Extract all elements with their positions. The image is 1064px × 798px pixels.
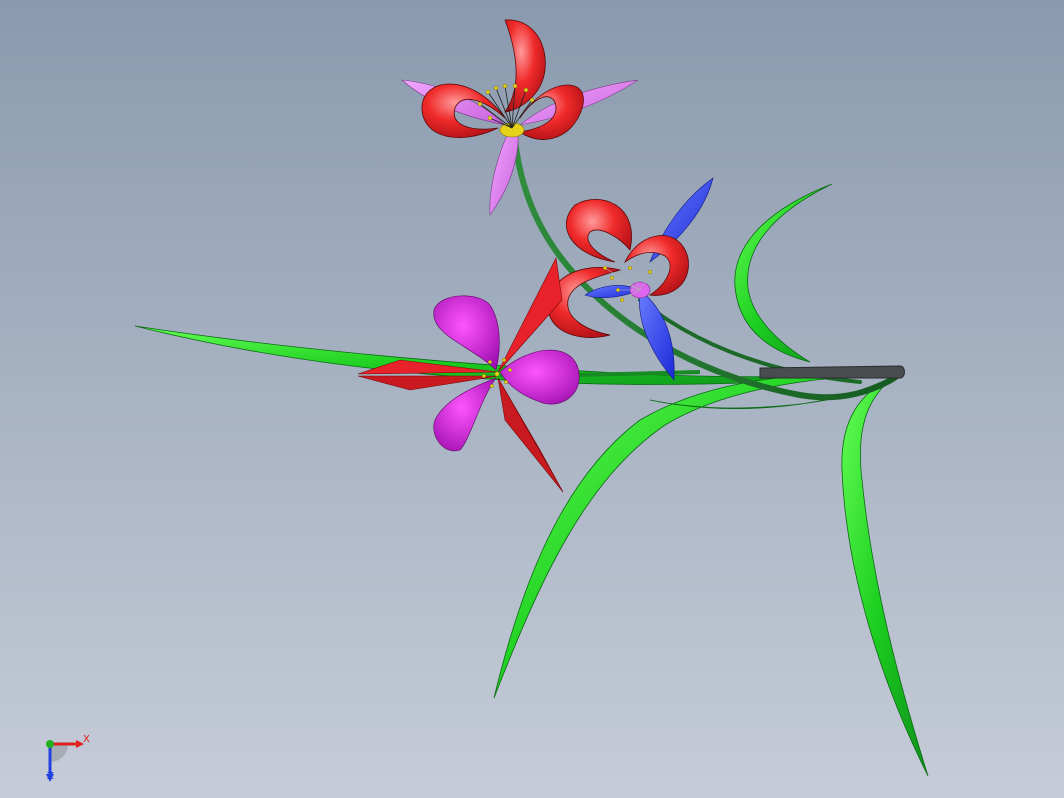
petal-magenta-right [499,349,580,405]
leaf-curved-up [734,183,833,363]
flower-model[interactable] [0,0,1064,798]
lily-flower-top[interactable] [401,19,639,216]
petal-magenta-bottom [433,377,497,452]
leaf-lower-sweep [493,374,856,699]
lily-flower-middle[interactable] [547,177,714,381]
3d-viewport[interactable]: X Y Z [0,0,1064,798]
axis-z-label: Z [47,771,54,782]
sepal-violet-down [489,127,519,216]
leaf-hanging-right [841,375,929,777]
stem-base [759,365,905,379]
petal-magenta-top [433,295,500,371]
petal-red-mid-top [565,199,632,263]
axis-triad: X Y Z [38,730,98,786]
axis-x-label: X [83,734,90,745]
